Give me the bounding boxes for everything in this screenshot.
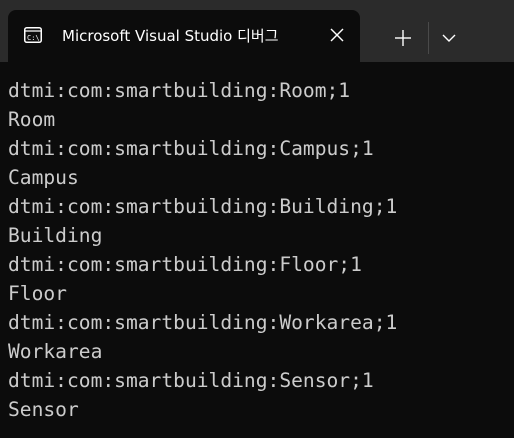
tab-dropdown-button[interactable] — [434, 24, 464, 52]
svg-text:C:\: C:\ — [27, 34, 40, 42]
console-icon: C:\ — [24, 27, 42, 43]
console-line: Campus — [8, 166, 79, 189]
close-icon[interactable] — [330, 28, 344, 42]
console-line: dtmi:com:smartbuilding:Workarea;1 — [8, 311, 398, 334]
console-line: dtmi:com:smartbuilding:Room;1 — [8, 79, 351, 102]
console-line: Sensor — [8, 398, 79, 421]
console-output: dtmi:com:smartbuilding:Room;1 Room dtmi:… — [8, 76, 397, 424]
tab-bar: C:\ Microsoft Visual Studio 디버그 — [0, 0, 514, 62]
console-line: Floor — [8, 282, 67, 305]
console-line: dtmi:com:smartbuilding:Campus;1 — [8, 137, 374, 160]
console-line: Building — [8, 224, 103, 247]
console-line: dtmi:com:smartbuilding:Building;1 — [8, 195, 398, 218]
chevron-down-icon — [434, 34, 464, 56]
tab-divider — [428, 22, 429, 54]
new-tab-button[interactable] — [388, 24, 418, 52]
console-line: Workarea — [8, 340, 103, 363]
tab-title: Microsoft Visual Studio 디버그 — [62, 27, 279, 45]
console-line: Room — [8, 108, 56, 131]
terminal-window: C:\ Microsoft Visual Studio 디버그 dtmi:com… — [0, 0, 514, 438]
console-line: dtmi:com:smartbuilding:Floor;1 — [8, 253, 362, 276]
plus-icon — [388, 30, 418, 56]
console-line: dtmi:com:smartbuilding:Sensor;1 — [8, 369, 374, 392]
tab-active[interactable]: C:\ Microsoft Visual Studio 디버그 — [8, 10, 360, 62]
